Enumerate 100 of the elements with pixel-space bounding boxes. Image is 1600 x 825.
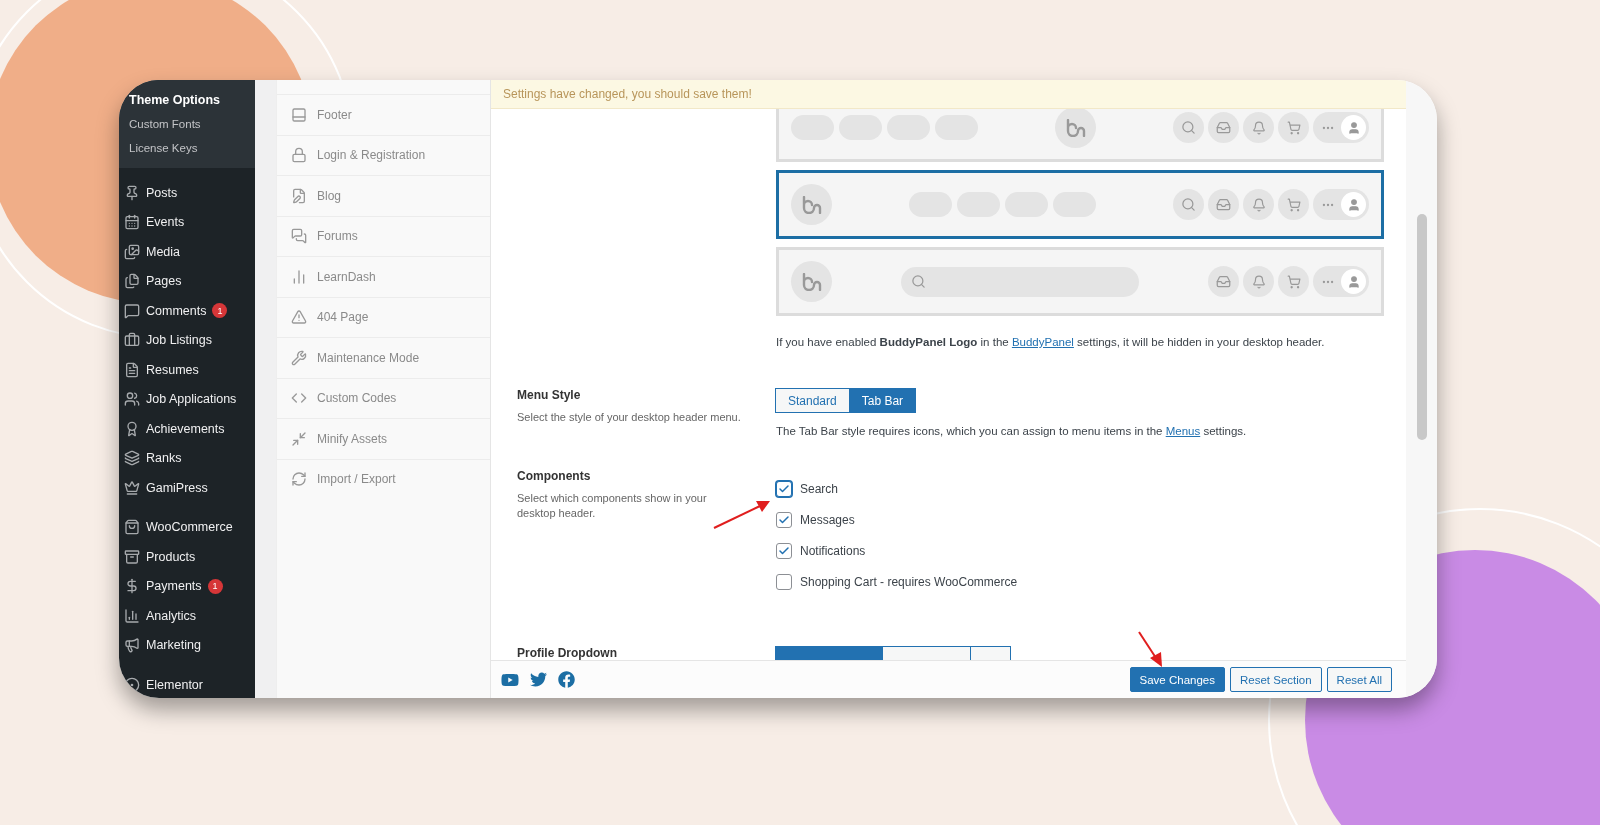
footer-button[interactable]: Reset Section (1230, 667, 1322, 692)
sidebar-item[interactable]: Pages (119, 266, 255, 296)
bar-chart-icon (291, 268, 307, 285)
refresh-icon (291, 471, 307, 488)
check-icon (778, 545, 790, 557)
count-badge: 1 (212, 303, 228, 319)
sidebar-item[interactable]: GamiPress (119, 473, 255, 503)
sidebar-item[interactable]: Job Applications (119, 384, 255, 414)
menu-label: Job Applications (146, 392, 237, 407)
bird-icon[interactable] (530, 670, 547, 688)
briefcase-icon (124, 332, 140, 349)
sidebar-item[interactable]: Achievements (119, 414, 255, 444)
help-text: The Tab Bar style requires icons, which you can assign to menu items in the Menus settings. (776, 424, 1248, 439)
sidebar-item[interactable]: Events (119, 207, 255, 237)
checkbox[interactable] (776, 512, 792, 528)
sidebar-item[interactable]: Resumes (119, 355, 255, 385)
bell-icon (1243, 189, 1274, 220)
checkbox[interactable] (776, 574, 792, 590)
sidebar-item[interactable]: Marketing (119, 630, 255, 660)
bag-icon (124, 519, 140, 536)
nav-label: Import / Export (317, 472, 396, 487)
speech-bubble-icon (124, 302, 140, 319)
sidebar-item[interactable]: Media (119, 237, 255, 267)
submenu-item[interactable]: Theme Options (119, 88, 255, 112)
setting-description: Select which components show in your desktop header. (517, 491, 708, 521)
sidebar-item[interactable]: Posts (119, 178, 255, 208)
facebook-icon[interactable] (558, 670, 575, 688)
menu-label: Job Listings (146, 333, 212, 348)
arrow-annotation (712, 498, 772, 530)
nav-label: Custom Codes (317, 391, 397, 406)
circle-icon (124, 676, 140, 693)
count-badge: 1 (207, 578, 223, 594)
images-icon (124, 243, 140, 260)
sidebar-item[interactable]: Comments 1 (119, 296, 255, 326)
document-icon (124, 361, 140, 378)
megaphone-icon (124, 637, 140, 654)
nav-label: Maintenance Mode (317, 350, 420, 365)
checkbox[interactable] (776, 481, 792, 497)
settings-link[interactable]: Menus (1165, 425, 1201, 437)
layers-icon (124, 450, 140, 467)
checkbox-label: Search (800, 482, 839, 496)
footer-button[interactable]: Reset All (1326, 667, 1392, 692)
cart-icon (1278, 189, 1309, 220)
sidebar-item[interactable]: Analytics (119, 601, 255, 631)
award-icon (124, 420, 140, 437)
settings-link[interactable]: BuddyPanel (1011, 336, 1074, 348)
sidebar-item[interactable]: WooCommerce (119, 512, 255, 542)
dollar-icon (124, 578, 140, 595)
setting-label: Components (517, 469, 592, 483)
logo-icon (791, 184, 832, 225)
sidebar-item[interactable]: Ranks (119, 443, 255, 473)
nav-label: LearnDash (317, 269, 376, 284)
segment-option[interactable]: Standard (775, 388, 850, 413)
segment-option[interactable]: Tab Bar (848, 388, 917, 413)
panel-icon (291, 106, 307, 123)
logo-icon (1055, 109, 1096, 148)
footer-button[interactable]: Save Changes (1129, 667, 1225, 692)
sidebar-item[interactable]: Elementor (119, 670, 255, 698)
submenu-item[interactable]: License Keys (119, 136, 255, 160)
nav-label: Forums (317, 229, 358, 244)
menu-label: GamiPress (146, 480, 208, 495)
menu-label: Marketing (146, 638, 201, 653)
submenu-item[interactable]: Custom Fonts (119, 112, 255, 136)
lock-icon (291, 147, 307, 164)
sidebar-item[interactable]: Payments 1 (119, 571, 255, 601)
check-icon (778, 514, 790, 526)
menu-label: Media (146, 244, 181, 259)
user-icon (1341, 115, 1366, 140)
crown-icon (124, 479, 140, 496)
pin-icon (124, 184, 140, 201)
setting-description: Select the style of your desktop header menu. (517, 410, 742, 425)
bar-chart-icon (124, 607, 140, 624)
setting-label: Profile Dropdown (517, 646, 618, 660)
search-icon (1173, 112, 1204, 143)
inbox-icon (1208, 266, 1239, 297)
inbox-icon (1208, 112, 1239, 143)
sidebar-item[interactable]: Products (119, 542, 255, 572)
setting-label: Menu Style (517, 388, 582, 402)
user-icon (1341, 269, 1366, 294)
header-layout-option[interactable] (776, 170, 1384, 239)
checkbox-label: Messages (800, 513, 855, 527)
cart-icon (1278, 112, 1309, 143)
sidebar-item[interactable]: Job Listings (119, 325, 255, 355)
calendar-icon (124, 214, 140, 231)
menu-label: Achievements (146, 421, 225, 436)
nav-label: 404 Page (317, 310, 369, 325)
checkbox-label: Notifications (800, 544, 866, 558)
check-icon (778, 483, 790, 495)
pages-icon (124, 273, 140, 290)
scrollbar-thumb[interactable] (1416, 214, 1427, 440)
checkbox-label: Shopping Cart - requires WooCommerce (800, 575, 1018, 589)
inbox-icon (1208, 189, 1239, 220)
logo-icon (791, 261, 832, 302)
archive-icon (124, 548, 140, 565)
chat-bubbles-icon (291, 228, 307, 245)
wrench-icon (291, 349, 307, 366)
warning-icon (291, 309, 307, 326)
cart-icon (1278, 266, 1309, 297)
checkbox[interactable] (776, 543, 792, 559)
menu-label: Comments (146, 303, 207, 318)
